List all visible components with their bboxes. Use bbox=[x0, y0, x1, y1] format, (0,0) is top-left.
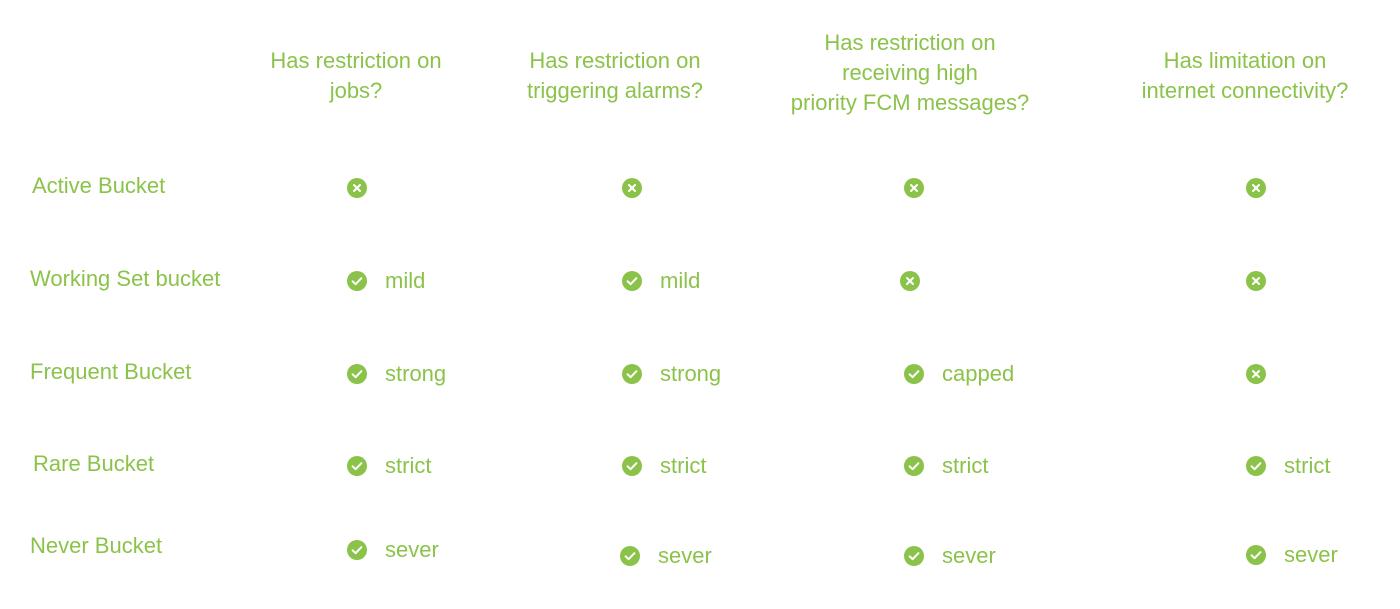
restriction-level: sever bbox=[1284, 542, 1338, 567]
check-circle-icon bbox=[622, 364, 642, 384]
check-circle-icon bbox=[904, 364, 924, 384]
table-cell: sever bbox=[620, 543, 712, 569]
column-header-line: Has restriction on bbox=[529, 48, 701, 73]
restriction-level: sever bbox=[658, 543, 712, 568]
check-circle-icon bbox=[904, 546, 924, 566]
check-circle-icon bbox=[347, 271, 367, 291]
restriction-level: sever bbox=[385, 537, 439, 562]
column-header-2: Has restriction on triggering alarms? bbox=[527, 46, 703, 106]
x-circle-icon bbox=[1246, 271, 1266, 291]
row-label: Frequent Bucket bbox=[30, 359, 192, 384]
restriction-level: mild bbox=[660, 268, 701, 293]
check-circle-icon bbox=[622, 271, 642, 291]
table-cell bbox=[904, 175, 924, 201]
row-label: Never Bucket bbox=[30, 533, 163, 558]
restriction-level: capped bbox=[942, 361, 1015, 386]
x-circle-icon bbox=[1246, 178, 1266, 198]
check-circle-icon bbox=[1246, 545, 1266, 565]
table-cell: strict bbox=[904, 453, 988, 479]
table-cell: mild bbox=[347, 268, 425, 294]
column-header-line: Has limitation on bbox=[1163, 48, 1327, 73]
x-circle-icon bbox=[900, 271, 920, 291]
x-circle-icon bbox=[904, 178, 924, 198]
table-cell: mild bbox=[622, 268, 700, 294]
column-header-line: Has restriction on bbox=[824, 30, 996, 55]
row-label: Working Set bucket bbox=[30, 266, 221, 291]
table-cell: strict bbox=[622, 453, 706, 479]
column-header-line: internet connectivity? bbox=[1141, 78, 1349, 103]
table-cell bbox=[1246, 361, 1266, 387]
check-circle-icon bbox=[622, 456, 642, 476]
x-circle-icon bbox=[1246, 364, 1266, 384]
table-cell: capped bbox=[904, 361, 1014, 387]
restriction-level: strong bbox=[660, 361, 722, 386]
restriction-level: strict bbox=[942, 453, 989, 478]
check-circle-icon bbox=[904, 456, 924, 476]
check-circle-icon bbox=[347, 456, 367, 476]
column-header-line: jobs? bbox=[329, 78, 383, 103]
check-circle-icon bbox=[620, 546, 640, 566]
table-cell: sever bbox=[1246, 542, 1338, 568]
restriction-level: strict bbox=[1284, 453, 1331, 478]
column-header-line: triggering alarms? bbox=[526, 78, 704, 103]
table-cell: strong bbox=[347, 361, 446, 387]
row-label: Active Bucket bbox=[32, 173, 166, 198]
x-circle-icon bbox=[347, 178, 367, 198]
table-cell bbox=[347, 175, 367, 201]
table-cell: strong bbox=[622, 361, 721, 387]
restriction-level: mild bbox=[385, 268, 426, 293]
check-circle-icon bbox=[1246, 456, 1266, 476]
restriction-level: strong bbox=[385, 361, 447, 386]
table-cell: sever bbox=[904, 543, 996, 569]
restriction-level: sever bbox=[942, 543, 996, 568]
check-circle-icon bbox=[347, 364, 367, 384]
row-label: Rare Bucket bbox=[33, 451, 155, 476]
table-cell bbox=[622, 175, 642, 201]
restriction-level: strict bbox=[660, 453, 707, 478]
check-circle-icon bbox=[347, 540, 367, 560]
column-header-line: priority FCM messages? bbox=[790, 90, 1030, 115]
table-cell: sever bbox=[347, 537, 439, 563]
column-header-4: Has limitation on internet connectivity? bbox=[1142, 46, 1349, 106]
x-circle-icon bbox=[622, 178, 642, 198]
column-header-1: Has restriction on jobs? bbox=[270, 46, 441, 106]
column-header-3: Has restriction on receiving high priority… bbox=[791, 28, 1029, 118]
table-cell bbox=[1246, 268, 1266, 294]
column-header-line: receiving high bbox=[842, 60, 978, 85]
table-cell: strict bbox=[1246, 453, 1330, 479]
column-header-line: Has restriction on bbox=[270, 48, 442, 73]
restriction-level: strict bbox=[385, 453, 432, 478]
table-cell: strict bbox=[347, 453, 431, 479]
table-cell bbox=[1246, 175, 1266, 201]
table-cell bbox=[900, 268, 920, 294]
